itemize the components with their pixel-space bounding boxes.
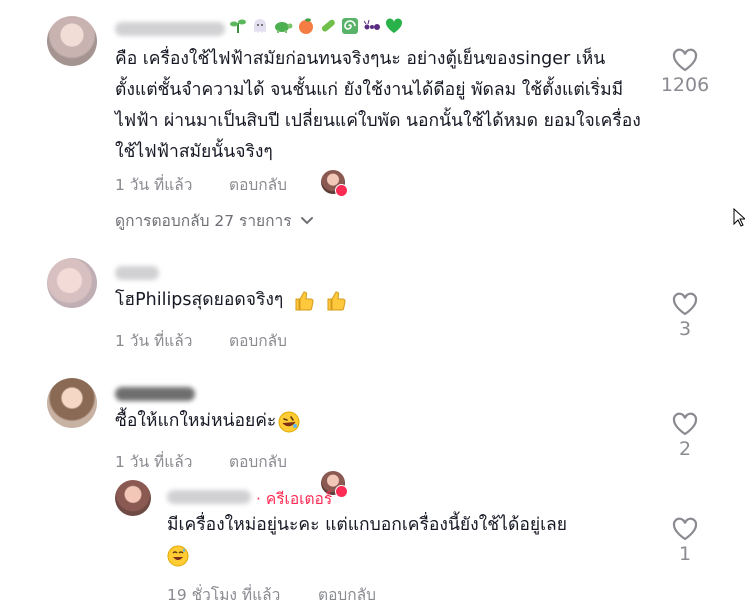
- creator-badge: · ครีเอเตอร์: [256, 490, 333, 508]
- liked-heart-badge: [335, 184, 348, 197]
- comment-text: ซื้อให้แกใหม่หน่อยค่ะ: [115, 406, 300, 437]
- like-button[interactable]: 1: [659, 517, 711, 565]
- comment-time: 1 วัน ที่แล้ว: [115, 176, 193, 194]
- commenter-avatar[interactable]: [47, 16, 97, 66]
- like-count: 1206: [660, 74, 710, 96]
- reply-button[interactable]: ตอบกลับ: [229, 449, 287, 474]
- commenter-name[interactable]: [115, 266, 159, 280]
- plant-icon: [230, 19, 246, 33]
- reply-time: 19 ชั่วโมง ที่แล้ว: [167, 586, 281, 604]
- view-replies-label: ดูการตอบกลับ 27 รายการ: [115, 212, 292, 230]
- thumbs-up-icon: [327, 290, 346, 311]
- like-button[interactable]: 1206: [659, 48, 711, 96]
- reply-button[interactable]: ตอบกลับ: [229, 172, 287, 197]
- liked-heart-badge: [335, 485, 348, 498]
- commenter-name[interactable]: [115, 22, 225, 36]
- reply-text-body: มีเครื่องใหม่อยู่นะคะ แต่แกบอกเครื่องนี้…: [167, 515, 568, 535]
- sweat-smile-emoji-icon: [167, 545, 189, 567]
- creator-name[interactable]: [167, 490, 251, 504]
- heart-icon: [672, 412, 698, 436]
- reply-button[interactable]: ตอบกลับ: [229, 328, 287, 353]
- rolling-laughing-emoji-icon: [278, 411, 300, 432]
- comment-time: 1 วัน ที่แล้ว: [115, 332, 193, 350]
- comment-text-body: โฮPhilipsสุดยอดจริงๆ: [115, 290, 284, 310]
- like-count: 2: [678, 438, 692, 460]
- ant-icon: [363, 19, 380, 30]
- commenter-avatar[interactable]: [47, 378, 97, 428]
- reply-button[interactable]: ตอบกลับ: [318, 582, 376, 607]
- like-button[interactable]: 2: [659, 412, 711, 460]
- peach-icon: [299, 18, 313, 34]
- turtle-icon: [275, 22, 293, 33]
- view-replies-link[interactable]: ดูการตอบกลับ 27 รายการ: [115, 208, 314, 233]
- cucumber-icon: [321, 19, 335, 32]
- comment-text: คือ เครื่องใช้ไฟฟ้าสมัยก่อนทนจริงๆนะ อย่…: [115, 49, 641, 162]
- like-button[interactable]: 3: [659, 292, 711, 340]
- ghost-icon: [254, 19, 266, 33]
- comment-text-body: ซื้อให้แกใหม่หน่อยค่ะ: [115, 411, 277, 431]
- spiral-icon: [342, 18, 358, 34]
- creator-avatar[interactable]: [115, 480, 151, 516]
- name-emoji-row: [229, 14, 403, 38]
- thumbs-up-icon: [295, 290, 314, 311]
- mouse-cursor-icon: [733, 208, 745, 227]
- comment-time: 1 วัน ที่แล้ว: [115, 453, 193, 471]
- commenter-avatar[interactable]: [47, 258, 97, 308]
- heart-icon: [672, 292, 698, 316]
- reply-text: มีเครื่องใหม่อยู่นะคะ แต่แกบอกเครื่องนี้…: [167, 510, 647, 572]
- like-count: 1: [678, 543, 692, 565]
- like-count: 3: [678, 318, 692, 340]
- green-heart-icon: [385, 18, 403, 33]
- creator-liked-avatar: [321, 170, 348, 197]
- commenter-name[interactable]: [115, 387, 195, 401]
- comment-text: โฮPhilipsสุดยอดจริงๆ: [115, 285, 347, 316]
- heart-icon: [672, 517, 698, 541]
- heart-icon: [672, 48, 698, 72]
- chevron-down-icon: [300, 216, 313, 224]
